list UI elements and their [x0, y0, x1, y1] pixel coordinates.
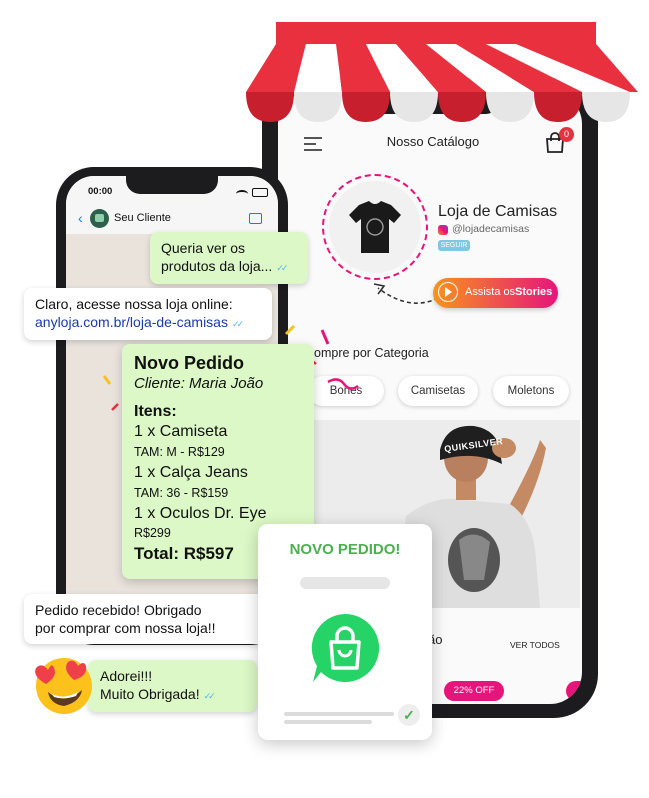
placeholder-bar — [300, 577, 390, 589]
back-chevron-icon[interactable]: ‹ — [78, 210, 83, 226]
order-title: Novo Pedido — [134, 353, 245, 373]
chat-phone-notch — [126, 176, 218, 194]
chat-message-store-1: Claro, acesse nossa loja online: anyloja… — [24, 288, 272, 340]
follow-button[interactable]: SEGUIR — [438, 240, 470, 251]
tshirt-icon — [349, 201, 401, 253]
order-item-1-detail: TAM: M - R$129 — [134, 445, 225, 459]
order-item-3: 1 x Oculos Dr. Eye — [134, 505, 267, 522]
check-icon: ✓ — [398, 704, 420, 726]
store-avatar[interactable] — [322, 174, 428, 280]
store-handle[interactable]: @lojadecamisas — [452, 223, 529, 235]
video-call-icon[interactable] — [249, 213, 262, 224]
store-name: Loja de Camisas — [438, 203, 558, 220]
order-items-label: Itens: — [134, 403, 177, 420]
status-time: 00:00 — [88, 186, 113, 197]
contact-avatar[interactable] — [90, 209, 109, 228]
double-check-icon: ✓✓ — [231, 319, 244, 329]
order-item-2-detail: TAM: 36 - R$159 — [134, 486, 229, 500]
message-text-line-1: Adorei!!! — [100, 668, 153, 684]
double-check-icon: ✓✓ — [203, 691, 216, 701]
discount-badge: 22% OFF — [444, 681, 504, 701]
order-item-1: 1 x Camiseta — [134, 423, 228, 440]
message-text-line-2: Muito Obrigada! — [100, 686, 200, 702]
double-check-icon: ✓✓ — [276, 263, 288, 273]
order-item-2: 1 x Calça Jeans — [134, 464, 248, 481]
play-icon — [438, 282, 458, 302]
store-link[interactable]: anyloja.com.br/loja-de-camisas — [35, 314, 228, 330]
discount-badge-2 — [566, 681, 582, 701]
watch-stories-button[interactable]: Assista os Stories — [433, 278, 558, 308]
new-order-notification[interactable]: NOVO PEDIDO! ✓ — [258, 524, 432, 740]
stories-bold: Stories — [515, 286, 553, 298]
message-text-line-1: Pedido recebido! Obrigado — [35, 602, 202, 618]
store-awning-icon — [246, 22, 638, 122]
category-chip-camisetas[interactable]: Camisetas — [398, 376, 478, 406]
status-icons — [236, 188, 268, 197]
chat-message-store-2: Pedido recebido! Obrigado por comprar co… — [24, 594, 274, 644]
message-text-line-2: por comprar com nossa loja!! — [35, 620, 216, 636]
order-client: Cliente: Maria João — [134, 375, 264, 392]
notification-title: NOVO PEDIDO! — [289, 541, 401, 558]
stories-prefix: Assista os — [465, 286, 516, 298]
heart-eyes-emoji-icon — [35, 658, 92, 714]
placeholder-line-2 — [284, 720, 372, 724]
contact-name[interactable]: Seu Cliente — [114, 212, 171, 224]
dashed-arrow-icon — [373, 283, 439, 304]
chat-message-customer-2: Adorei!!! Muito Obrigada! ✓✓ — [88, 660, 257, 712]
category-chip-moletons[interactable]: Moletons — [493, 376, 569, 406]
see-all-link[interactable]: VER TODOS — [510, 640, 560, 650]
placeholder-line-1 — [284, 712, 394, 716]
instagram-icon — [438, 225, 448, 235]
chat-message-customer-1: Queria ver os produtos da loja... ✓✓ — [150, 232, 308, 284]
message-text: Claro, acesse nossa loja online: — [35, 296, 233, 312]
message-text: Queria ver os produtos da loja... — [161, 240, 273, 274]
whatsapp-shopping-bag-icon — [311, 613, 380, 682]
